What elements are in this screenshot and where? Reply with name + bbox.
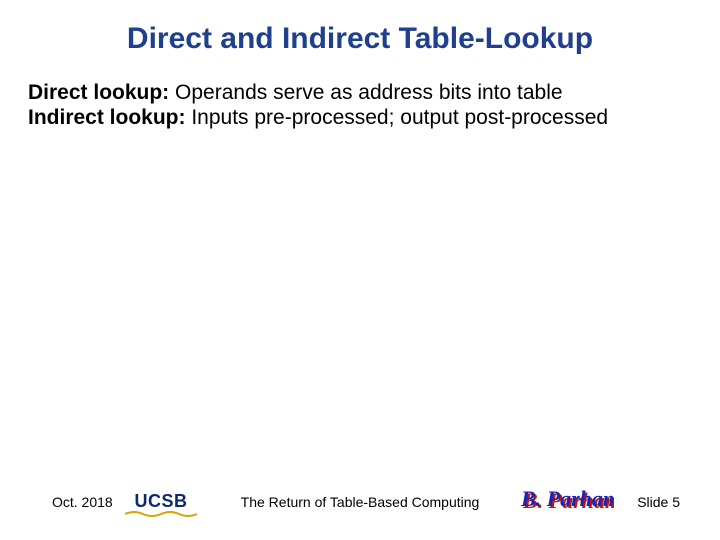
author-logo: B. Parhami B. Parhami xyxy=(520,484,614,518)
line1-text: Operands serve as address bits into tabl… xyxy=(169,81,562,104)
ucsb-wave-icon xyxy=(125,511,197,517)
author-text: B. Parhami xyxy=(520,486,614,511)
line1-label: Direct lookup: xyxy=(28,81,169,104)
footer-slide-number: Slide 5 xyxy=(637,494,680,510)
slide-footer: Oct. 2018 UCSB The Return of Table-Based… xyxy=(0,478,720,518)
body-line-2: Indirect lookup: Inputs pre-processed; o… xyxy=(28,105,692,130)
line2-text: Inputs pre-processed; output post-proces… xyxy=(186,106,609,129)
slide-body: Direct lookup: Operands serve as address… xyxy=(28,80,692,130)
slide-title: Direct and Indirect Table-Lookup xyxy=(0,22,720,56)
line2-label: Indirect lookup: xyxy=(28,106,186,129)
slide: Direct and Indirect Table-Lookup Direct … xyxy=(0,0,720,540)
body-line-1: Direct lookup: Operands serve as address… xyxy=(28,80,692,105)
